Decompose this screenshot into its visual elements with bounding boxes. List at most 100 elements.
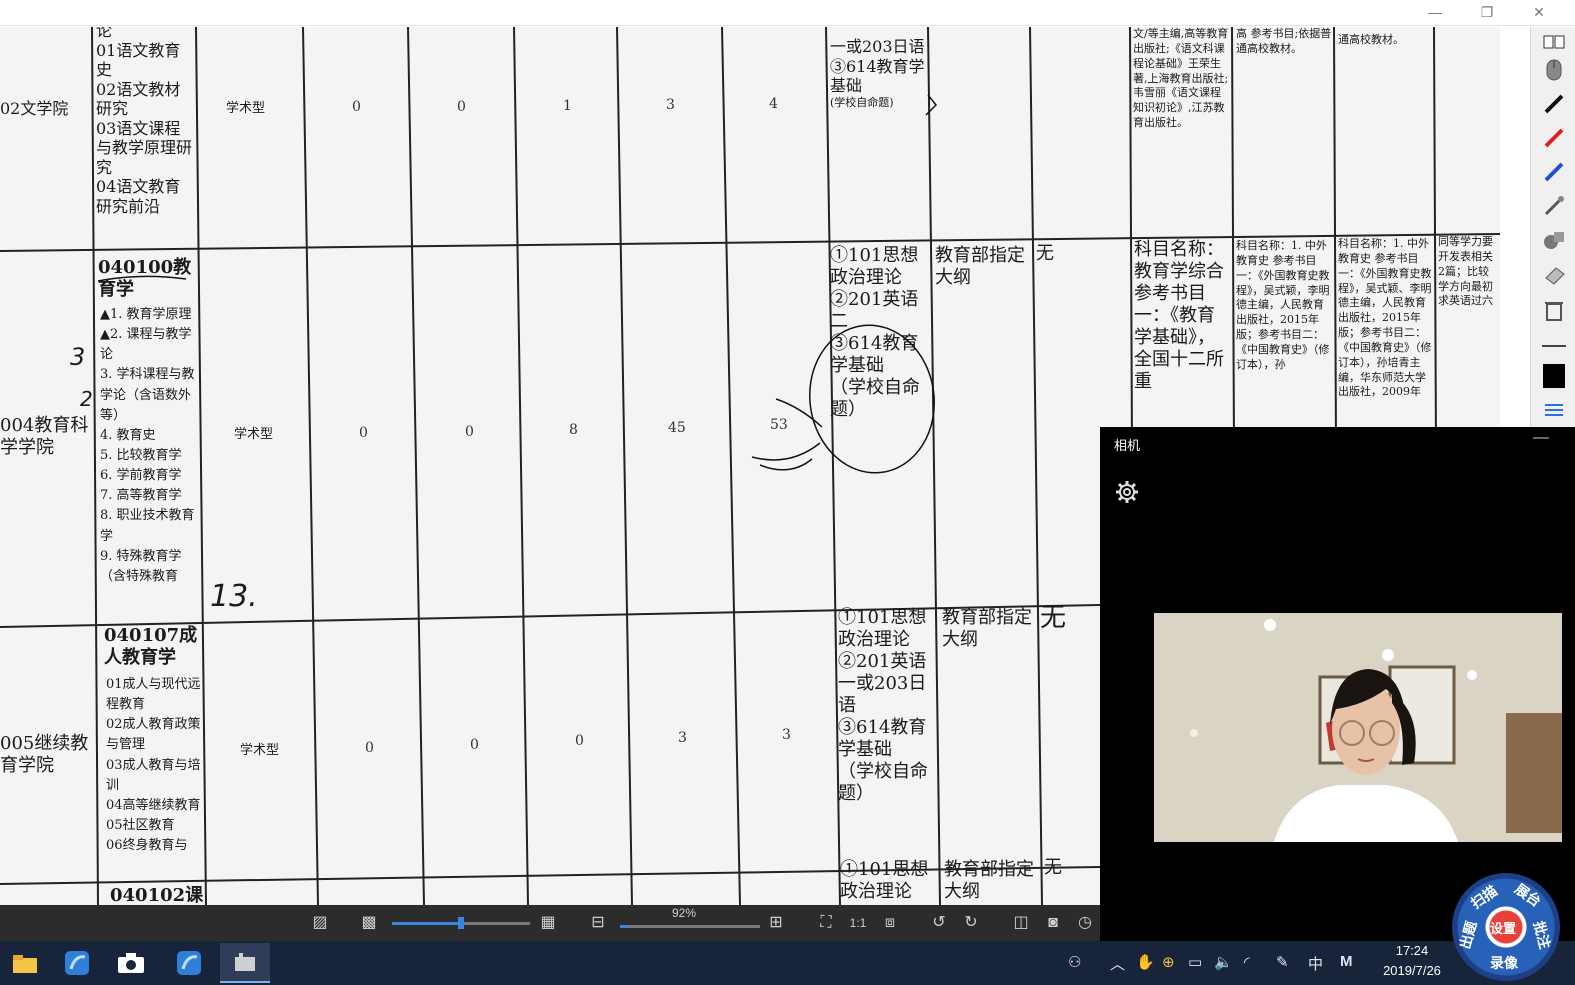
magic-wand-icon[interactable] <box>1541 193 1567 219</box>
mail-icon[interactable]: M <box>1340 953 1353 970</box>
degree-type: 学术型 <box>226 101 266 116</box>
camera-minimize-button[interactable]: — <box>1533 429 1549 447</box>
remarks: 同等学力要开发表相关2篇；比较学方向最初求英语过六 <box>1438 235 1493 308</box>
taskbar-clock[interactable]: 17:24 2019/7/26 <box>1372 941 1452 981</box>
exam-subjects: ①101思想政治理论 ②201英语二 ③614教育学基础 （学校自命题） <box>830 245 928 421</box>
count-cell: 53 <box>770 417 788 433</box>
major-title: 040107成人教育学 <box>104 625 198 668</box>
major-item: 03成人教育与培训 <box>106 757 201 793</box>
red-pen-icon[interactable] <box>1541 125 1567 151</box>
major-item: ▲1. 教育学原理 <box>100 307 192 322</box>
black-pen-icon[interactable] <box>1541 91 1567 117</box>
major-item: 01成人与现代远程教育 <box>106 677 201 713</box>
trash-icon[interactable] <box>1541 297 1567 323</box>
exam-outline: 教育部指定大纲 <box>944 859 1034 902</box>
annotation-toolbar <box>1530 27 1575 427</box>
count-cell: 0 <box>365 740 374 756</box>
toolbar-expand-icon[interactable] <box>1541 29 1567 55</box>
count-cell: 0 <box>457 99 466 115</box>
handwritten-note: 13. <box>210 579 258 614</box>
document-camera-app-icon[interactable] <box>220 943 270 983</box>
fit-window-icon[interactable]: ⧈ <box>879 912 901 934</box>
fullscreen-icon[interactable]: ⛶ <box>815 912 837 934</box>
major-title: 040100教育学 <box>98 257 192 300</box>
line-width-icon[interactable] <box>1541 333 1567 359</box>
restore-button[interactable]: ❐ <box>1464 0 1510 26</box>
major-item: ▲2. 课程与教学论 <box>100 327 192 363</box>
major-item: 04语文教育研究前沿 <box>96 177 181 216</box>
count-cell: 3 <box>678 730 687 746</box>
tray-plus-icon[interactable]: ⊕ <box>1162 953 1175 971</box>
count-cell: 0 <box>575 733 584 749</box>
dial-scan[interactable]: 扫描 <box>1467 881 1501 913</box>
major-item: 8. 职业技术教育学 <box>100 508 195 544</box>
floating-control-dial[interactable]: 设置 扫描 展台 录像 批注 出题 <box>1452 873 1560 981</box>
pen-icon[interactable]: ✎ <box>1276 953 1289 971</box>
major-item: （含特殊教育 <box>100 568 179 584</box>
volume-icon[interactable]: 🔈 <box>1214 953 1233 971</box>
dial-annotate[interactable]: 批注 <box>1529 919 1556 951</box>
show-hidden-icons-icon[interactable]: ︿ <box>1110 953 1125 974</box>
actual-size-icon[interactable]: 1:1 <box>847 912 869 934</box>
presenter-app-icon-2[interactable] <box>164 943 214 983</box>
count-cell: 1 <box>563 98 572 114</box>
network-icon[interactable]: ◜ <box>1244 953 1250 971</box>
major-item: 03语文课程与教学原理研究 <box>96 118 193 177</box>
major-list-adult-education: 01成人与现代远程教育 02成人教育政策与管理 03成人教育与培训 04高等继续… <box>106 675 210 856</box>
file-explorer-icon[interactable] <box>0 943 50 983</box>
exam-item: ③614教育学基础 <box>830 56 925 96</box>
brightness-slider[interactable] <box>392 917 530 929</box>
dial-settings[interactable]: 设置 <box>1490 918 1516 937</box>
prerequisite: 无 <box>1040 603 1067 633</box>
reference-books: 通高校教材。 <box>1338 33 1404 46</box>
camera-capture-icon[interactable]: ◙ <box>1042 912 1064 934</box>
exam-item: （学校自命题） <box>830 376 920 420</box>
zoom-in-icon[interactable]: ⊞ <box>765 912 787 934</box>
battery-icon[interactable]: ▭ <box>1188 953 1202 971</box>
grid-icon[interactable]: ▦ <box>537 912 559 934</box>
eraser-icon[interactable] <box>1541 261 1567 287</box>
minimize-button[interactable]: — <box>1412 0 1458 26</box>
dial-quiz[interactable]: 出题 <box>1455 919 1482 951</box>
count-cell: 0 <box>352 99 361 115</box>
exam-item: ③614教育学基础 <box>838 716 927 760</box>
college-continuing-education: 005继续教育学院 <box>0 733 89 776</box>
split-view-icon[interactable]: ◫ <box>1010 912 1032 934</box>
exam-item: 一或203日语 <box>830 37 925 56</box>
major-item: 02成人教育政策与管理 <box>106 717 201 753</box>
clock-date: 2019/7/26 <box>1383 963 1441 978</box>
major-item: 9. 特殊教育学 <box>100 548 182 564</box>
image-icon[interactable]: ▨ <box>309 912 331 934</box>
exam-subjects: ①101思想政治理论 <box>840 859 929 902</box>
tray-app-icon[interactable]: ✋ <box>1136 953 1155 971</box>
mouse-pointer-icon[interactable] <box>1541 57 1567 83</box>
shapes-icon[interactable] <box>1541 227 1567 253</box>
timer-icon[interactable]: ◷ <box>1074 912 1096 934</box>
zoom-slider[interactable] <box>620 925 760 928</box>
subject-reference: 科目名称：教育学综合参考书目一：《教育学基础》，全国十二所重 <box>1134 239 1224 392</box>
exam-outline: 教育部指定大纲 <box>942 607 1032 650</box>
major-item: 05社区教育 <box>106 817 175 833</box>
exam-subjects: 一或203日语 ③614教育学基础 (学校自命题) <box>830 37 926 110</box>
dial-record[interactable]: 录像 <box>1490 953 1518 973</box>
blue-pen-icon[interactable] <box>1541 159 1567 185</box>
menu-icon[interactable] <box>1541 397 1567 423</box>
major-item: 7. 高等教育学 <box>100 488 182 504</box>
gear-icon[interactable] <box>1114 479 1140 505</box>
brightness-handle[interactable] <box>458 917 464 929</box>
close-button[interactable]: ✕ <box>1516 0 1562 26</box>
camera-app-icon[interactable] <box>106 943 156 983</box>
count-cell: 0 <box>470 737 479 753</box>
prerequisite: 无 <box>1044 857 1062 878</box>
count-cell: 0 <box>465 424 474 440</box>
handwritten-note: 2 <box>80 387 93 411</box>
people-icon[interactable]: ⚇ <box>1068 953 1081 971</box>
contrast-icon[interactable]: ▩ <box>358 912 380 934</box>
color-swatch-icon[interactable] <box>1541 363 1567 389</box>
presenter-app-icon[interactable] <box>52 943 102 983</box>
input-method-indicator[interactable]: 中 <box>1308 953 1323 974</box>
rotate-right-icon[interactable]: ↻ <box>960 912 982 934</box>
rotate-left-icon[interactable]: ↺ <box>928 912 950 934</box>
major-item: 6. 学前教育学 <box>100 468 182 484</box>
zoom-out-icon[interactable]: ⊟ <box>587 912 609 934</box>
